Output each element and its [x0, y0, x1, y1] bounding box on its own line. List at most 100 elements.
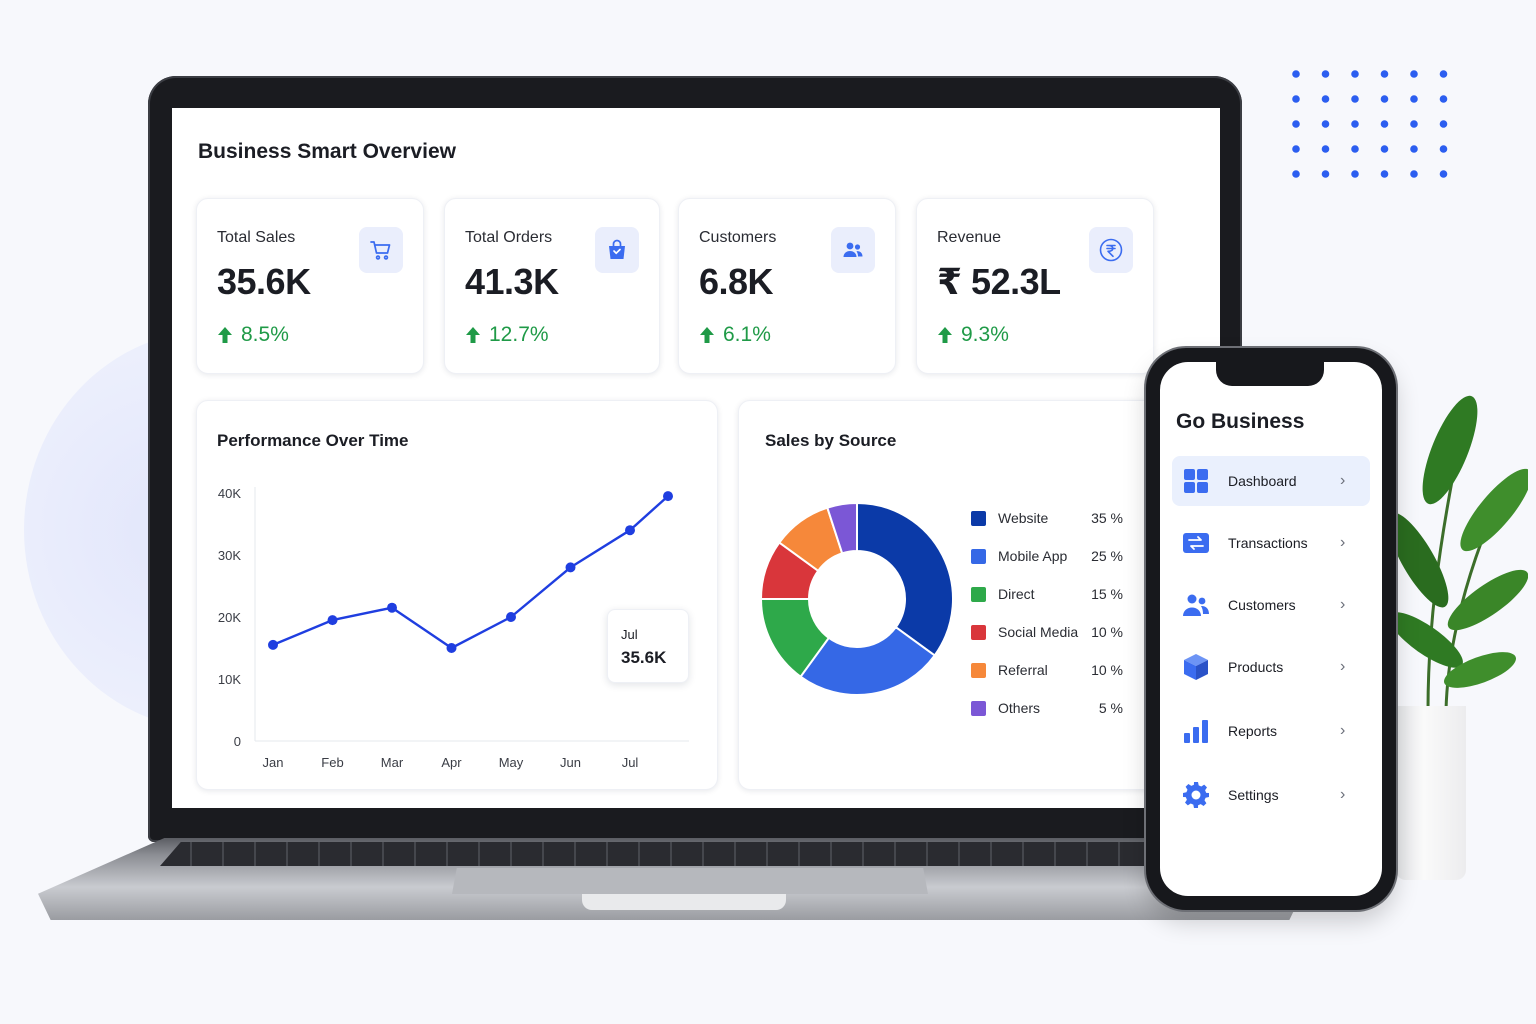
tooltip-month: Jul: [621, 627, 638, 642]
data-point[interactable]: [446, 643, 457, 653]
decorative-dot: [1321, 120, 1330, 128]
kpi-change-value: 9.3%: [961, 323, 1009, 346]
data-point[interactable]: [387, 602, 397, 613]
nav-item-reports[interactable]: Reports ›: [1172, 706, 1370, 756]
decorative-dot: [1439, 95, 1448, 103]
nav-label: Dashboard: [1228, 473, 1297, 489]
chart-tooltip: Jul 35.6K: [607, 609, 689, 683]
x-tick-label: Jun: [560, 755, 581, 770]
nav-label: Settings: [1228, 787, 1279, 803]
nav-label: Customers: [1228, 597, 1296, 613]
kpi-change: 12.7%: [465, 323, 549, 347]
chevron-right-icon: ›: [1340, 596, 1346, 613]
performance-panel: Performance Over Time 0 10K 20K 30K 40K Jan Fe…: [196, 400, 718, 790]
decorative-dot: [1292, 70, 1300, 78]
laptop-opening-notch: [582, 894, 786, 910]
users-icon: [1182, 591, 1210, 619]
legend-item: Direct 15 %: [971, 584, 1123, 604]
legend-value: 25 %: [1091, 548, 1123, 564]
x-tick-label: Jul: [622, 755, 639, 770]
cart-icon: [359, 227, 403, 273]
decorative-dot: [1292, 120, 1300, 128]
page-title: Business Smart Overview: [198, 140, 456, 163]
y-tick-label: 20K: [218, 610, 241, 625]
kpi-value: 41.3K: [465, 261, 559, 302]
donut-slice[interactable]: [856, 501, 954, 657]
nav-item-customers[interactable]: Customers ›: [1172, 580, 1370, 630]
arrow-up-icon: [938, 327, 952, 343]
gear-icon: [1182, 781, 1210, 809]
y-tick-label: 30K: [218, 548, 241, 563]
data-point[interactable]: [327, 615, 338, 626]
decorative-dot: [1410, 70, 1418, 78]
kpi-change-value: 8.5%: [241, 323, 289, 346]
y-tick-label: 40K: [218, 486, 241, 501]
nav-item-settings[interactable]: Settings ›: [1172, 770, 1370, 820]
nav-item-products[interactable]: Products ›: [1172, 642, 1370, 692]
decorative-dot: [1292, 170, 1300, 178]
kpi-value: ₹ 52.3L: [937, 261, 1061, 302]
rupee-icon: [1089, 227, 1133, 273]
app-title: Go Business: [1176, 410, 1305, 433]
x-tick-label: Mar: [381, 755, 404, 770]
nav-item-transactions[interactable]: Transactions ›: [1172, 518, 1370, 568]
legend-item: Social Media 10 %: [971, 622, 1123, 642]
legend-item: Referral 10 %: [971, 660, 1123, 680]
kpi-change-value: 6.1%: [723, 323, 771, 346]
decorative-dot: [1351, 120, 1359, 128]
kpi-change-value: 12.7%: [489, 323, 549, 346]
legend-label: Social Media: [998, 624, 1079, 640]
tooltip-value: 35.6K: [621, 648, 667, 667]
decorative-dot: [1380, 170, 1389, 178]
decorative-dot: [1321, 170, 1330, 178]
chart-title: Sales by Source: [765, 431, 897, 450]
legend-value: 10 %: [1091, 662, 1123, 678]
data-point[interactable]: [506, 612, 516, 622]
decorative-dot: [1351, 95, 1359, 103]
decorative-dot: [1410, 145, 1418, 153]
nav-label: Transactions: [1228, 535, 1308, 551]
decorative-dot: [1292, 95, 1300, 103]
nav-label: Reports: [1228, 723, 1278, 739]
data-point[interactable]: [625, 525, 635, 536]
plant-pot: [1396, 706, 1466, 880]
decorative-dot: [1292, 145, 1300, 153]
plant-decoration: [1387, 390, 1532, 720]
kpi-change: 8.5%: [217, 323, 289, 347]
data-point[interactable]: [565, 562, 576, 573]
legend-value: 15 %: [1091, 586, 1123, 602]
decorative-dot: [1321, 145, 1330, 153]
y-tick-label: 0: [234, 734, 241, 749]
legend-item: Others 5 %: [971, 698, 1123, 718]
kpi-card-customers[interactable]: Customers 6.8K 6.1%: [678, 198, 896, 374]
nav-item-dashboard[interactable]: Dashboard ›: [1172, 456, 1370, 506]
legend-value: 10 %: [1091, 624, 1123, 640]
grid-icon: [1182, 467, 1210, 495]
line-chart: 0 10K 20K 30K 40K Jan Feb Mar Apr May Jun Jul: [218, 486, 689, 770]
x-tick-label: Feb: [321, 755, 343, 770]
y-tick-label: 10K: [218, 672, 241, 687]
data-point[interactable]: [268, 639, 278, 650]
x-tick-label: May: [499, 755, 524, 770]
legend-label: Direct: [998, 586, 1035, 602]
decorative-dot: [1321, 95, 1330, 103]
data-point[interactable]: [663, 491, 673, 502]
users-icon: [831, 227, 875, 273]
kpi-card-total-orders[interactable]: Total Orders 41.3K 12.7%: [444, 198, 660, 374]
decorative-dot: [1351, 170, 1359, 178]
decorative-dot: [1410, 120, 1418, 128]
kpi-card-total-sales[interactable]: Total Sales 35.6K 8.5%: [196, 198, 424, 374]
kpi-card-revenue[interactable]: Revenue ₹ 52.3L 9.3%: [916, 198, 1154, 374]
decorative-dot: [1380, 145, 1389, 153]
legend-value: 5 %: [1098, 700, 1123, 716]
legend-label: Website: [998, 510, 1049, 526]
laptop-screen: Business Smart Overview Total Sales 35.6…: [172, 108, 1220, 808]
phone-notch: [1216, 362, 1324, 386]
kpi-value: 6.8K: [699, 261, 774, 302]
legend-item: Mobile App 25 %: [971, 546, 1123, 566]
decorative-dot: [1380, 70, 1389, 78]
decorative-dot: [1380, 120, 1389, 128]
decorative-dot: [1321, 70, 1330, 78]
legend-item: Website 35 %: [971, 508, 1123, 528]
legend-label: Mobile App: [998, 548, 1068, 564]
